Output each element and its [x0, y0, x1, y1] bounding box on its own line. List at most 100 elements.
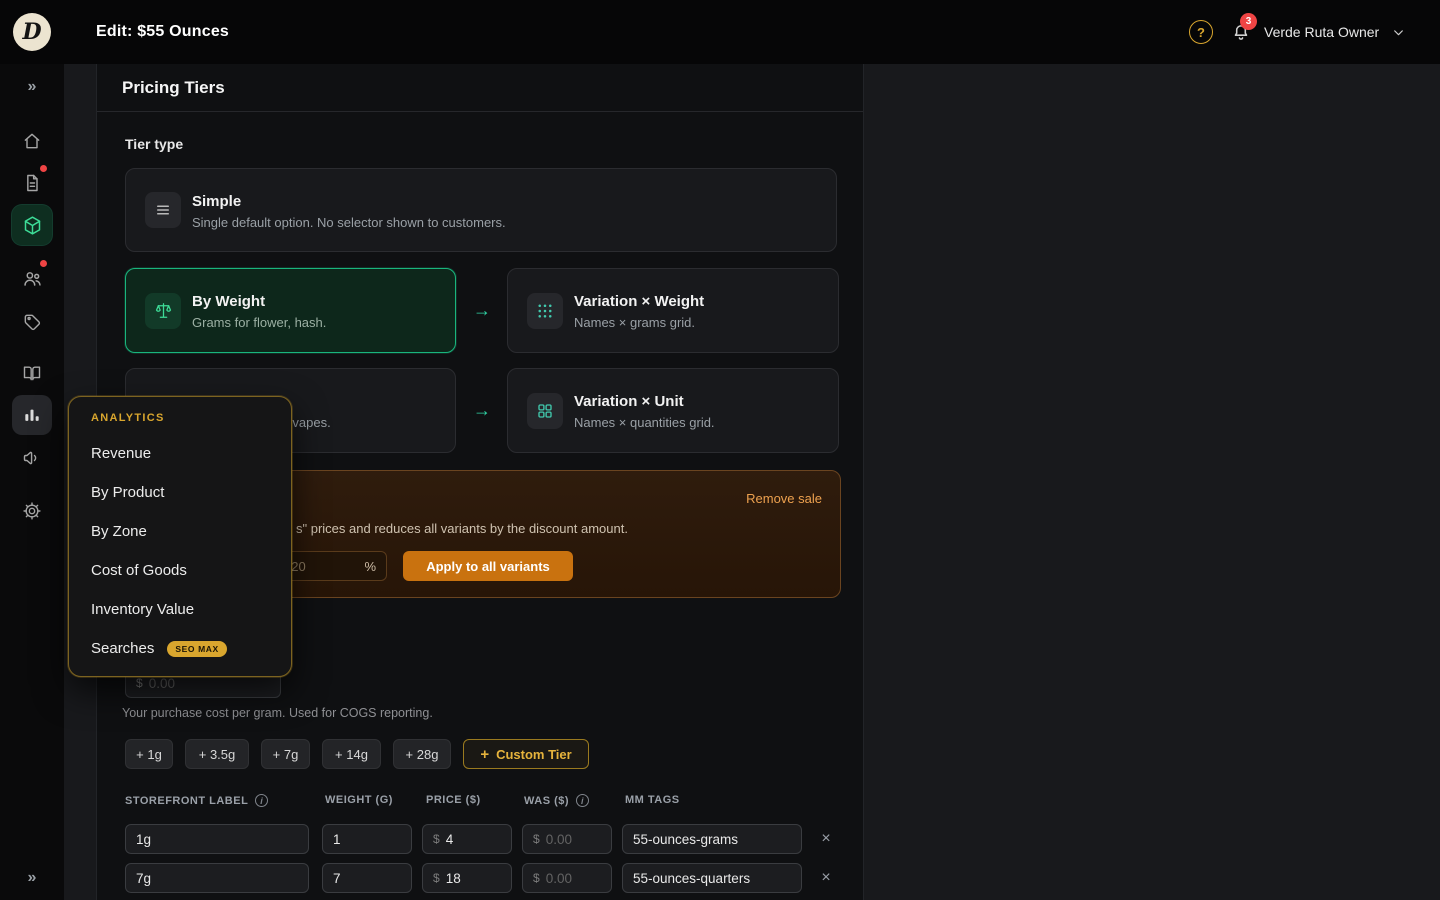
users-icon: [22, 268, 43, 289]
arrow-right-icon: [473, 400, 491, 421]
notification-badge: 3: [1240, 13, 1257, 30]
storefront-label-input[interactable]: [136, 871, 298, 886]
menu-item-searches[interactable]: Searches SEO MAX: [69, 629, 291, 668]
scale-icon: [145, 293, 181, 329]
price-field: $: [422, 863, 512, 893]
add-28g-button[interactable]: + 28g: [393, 739, 451, 769]
weight-field: [322, 863, 412, 893]
info-icon[interactable]: [255, 794, 268, 807]
was-price-field: $: [522, 863, 612, 893]
book-icon: [22, 363, 42, 383]
mm-tag-input[interactable]: [633, 832, 791, 847]
notification-dot: [40, 260, 47, 267]
info-icon[interactable]: [576, 794, 589, 807]
weight-field: [322, 824, 412, 854]
sidebar-item-analytics[interactable]: [12, 395, 52, 435]
col-header-mm-tags: MM TAGS: [625, 794, 680, 806]
menu-item-inventory-value[interactable]: Inventory Value: [69, 590, 291, 629]
sidebar-item-customers[interactable]: [12, 258, 52, 298]
add-3-5g-button[interactable]: + 3.5g: [185, 739, 249, 769]
sidebar-expand-button[interactable]: [12, 67, 52, 107]
apply-to-all-variants-button[interactable]: Apply to all variants: [403, 551, 573, 581]
menu-item-by-zone[interactable]: By Zone: [69, 512, 291, 551]
menu-item-by-product[interactable]: By Product: [69, 473, 291, 512]
currency-prefix: $: [136, 676, 143, 690]
add-14g-button[interactable]: + 14g: [322, 739, 381, 769]
top-bar: D Edit: $55 Ounces 3 Verde Ruta Owner: [0, 0, 1440, 64]
mm-tag-field: [622, 824, 802, 854]
sale-description: s" prices and reduces all variants by th…: [296, 521, 628, 536]
was-price-field: $: [522, 824, 612, 854]
help-icon[interactable]: [1189, 20, 1213, 44]
option-subtitle: Names × quantities grid.: [574, 415, 715, 430]
chevron-down-icon[interactable]: [1392, 26, 1405, 39]
cost-per-gram-input[interactable]: [149, 676, 270, 691]
option-subtitle: Names × grams grid.: [574, 315, 695, 330]
chevrons-right-icon: [28, 869, 37, 887]
squares-grid-icon: [527, 393, 563, 429]
sidebar-item-home[interactable]: [12, 121, 52, 161]
dots-grid-icon: [527, 293, 563, 329]
remove-row-icon[interactable]: [818, 870, 834, 886]
option-title: Variation × Unit: [574, 393, 684, 410]
sidebar-item-settings[interactable]: [12, 491, 52, 531]
tier-option-variation-unit[interactable]: Variation × Unit Names × quantities grid…: [507, 368, 839, 453]
mm-tag-input[interactable]: [633, 871, 791, 886]
arrow-right-icon: [473, 300, 491, 321]
megaphone-icon: [22, 448, 42, 468]
home-icon: [22, 131, 42, 151]
panel-title: Pricing Tiers: [97, 64, 863, 112]
price-input[interactable]: [446, 832, 501, 847]
user-menu[interactable]: Verde Ruta Owner: [1264, 0, 1379, 64]
gear-icon: [22, 501, 42, 521]
tier-type-label: Tier type: [125, 136, 183, 152]
currency-prefix: $: [433, 832, 440, 846]
menu-item-revenue[interactable]: Revenue: [69, 434, 291, 473]
add-1g-button[interactable]: + 1g: [125, 739, 173, 769]
bar-chart-icon: [22, 405, 42, 425]
custom-tier-label: Custom Tier: [496, 747, 572, 762]
option-title: Simple: [192, 193, 241, 210]
custom-tier-button[interactable]: Custom Tier: [463, 739, 589, 769]
sidebar-item-marketing[interactable]: [12, 438, 52, 478]
chevrons-right-icon: [28, 78, 37, 96]
plus-icon: [480, 746, 489, 763]
was-price-input[interactable]: [546, 871, 601, 886]
tier-option-by-weight[interactable]: By Weight Grams for flower, hash.: [125, 268, 456, 353]
currency-prefix: $: [433, 871, 440, 885]
document-icon: [22, 173, 42, 193]
weight-input[interactable]: [333, 871, 401, 886]
remove-sale-link[interactable]: Remove sale: [746, 491, 822, 506]
tier-option-simple[interactable]: Simple Single default option. No selecto…: [125, 168, 837, 252]
remove-row-icon[interactable]: [818, 831, 834, 847]
option-subtitle: Grams for flower, hash.: [192, 315, 326, 330]
storefront-label-field: [125, 863, 309, 893]
storefront-label-input[interactable]: [136, 832, 298, 847]
option-title: By Weight: [192, 293, 265, 310]
option-title: Variation × Weight: [574, 293, 704, 310]
menu-item-cost-of-goods[interactable]: Cost of Goods: [69, 551, 291, 590]
menu-item-label: Searches: [91, 640, 154, 657]
was-price-input[interactable]: [546, 832, 601, 847]
storefront-label-field: [125, 824, 309, 854]
weight-input[interactable]: [333, 832, 401, 847]
currency-prefix: $: [533, 832, 540, 846]
sidebar-item-orders[interactable]: [12, 163, 52, 203]
add-7g-button[interactable]: + 7g: [261, 739, 310, 769]
analytics-flyout-menu: ANALYTICS Revenue By Product By Zone Cos…: [68, 396, 292, 677]
app-window: D Edit: $55 Ounces 3 Verde Ruta Owner: [0, 0, 1440, 900]
sidebar-item-tags[interactable]: [12, 301, 52, 341]
tier-option-variation-weight[interactable]: Variation × Weight Names × grams grid.: [507, 268, 839, 353]
sidebar: [0, 64, 64, 900]
brand-logo[interactable]: D: [13, 13, 51, 51]
sidebar-item-menus[interactable]: [12, 353, 52, 393]
page-title: Edit: $55 Ounces: [96, 0, 229, 64]
price-input[interactable]: [446, 871, 501, 886]
sidebar-expand-bottom-button[interactable]: [12, 858, 52, 898]
sidebar-item-products[interactable]: [12, 205, 52, 245]
list-icon: [145, 192, 181, 228]
mm-tag-field: [622, 863, 802, 893]
currency-prefix: $: [533, 871, 540, 885]
analytics-menu-list: Revenue By Product By Zone Cost of Goods…: [69, 434, 291, 668]
col-header-storefront-label: STOREFRONT LABEL: [125, 794, 268, 807]
